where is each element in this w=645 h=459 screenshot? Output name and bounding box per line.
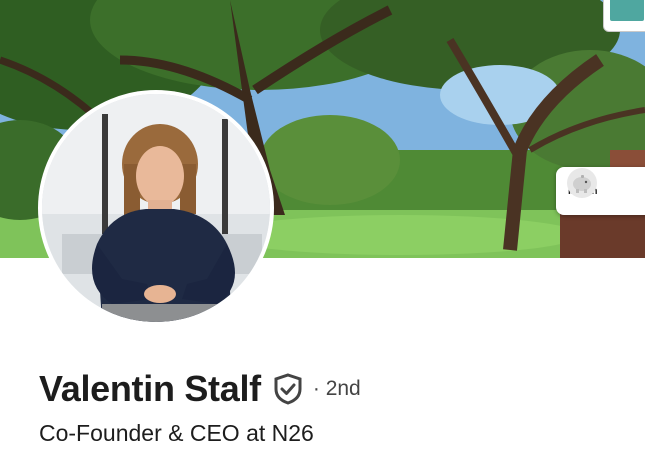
connection-separator: ·	[312, 377, 320, 400]
connection-degree-label: 2nd	[325, 377, 361, 400]
cover-card-top	[603, 0, 645, 32]
profile-avatar[interactable]	[38, 90, 274, 326]
avatar-photo	[42, 94, 270, 322]
profile-headline: Co-Founder & CEO at N26	[39, 420, 314, 446]
connection-degree: · 2nd	[313, 377, 361, 401]
cover-promo-card: Instan	[556, 167, 645, 215]
verified-shield-icon[interactable]	[273, 373, 303, 405]
profile-name: Valentin Stalf	[39, 368, 261, 409]
profile-name-row: Valentin Stalf · 2nd	[39, 368, 361, 410]
piggy-bank-icon	[567, 168, 597, 198]
